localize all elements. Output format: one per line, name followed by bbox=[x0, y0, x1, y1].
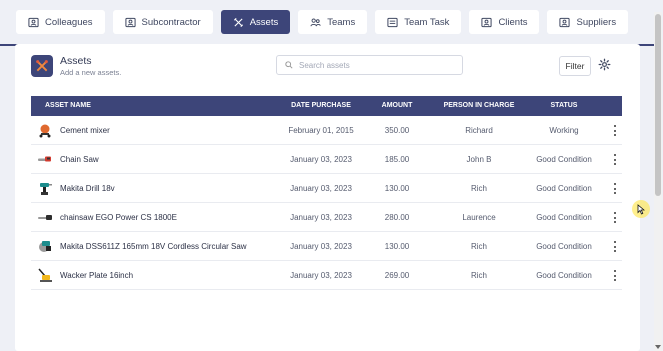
page-subtitle: Add a new assets. bbox=[60, 68, 122, 77]
tab-label: Colleagues bbox=[45, 16, 93, 28]
person-in-charge: Laurence bbox=[462, 213, 496, 222]
more-options-icon[interactable] bbox=[613, 125, 617, 136]
status: Working bbox=[549, 126, 579, 135]
more-options-icon[interactable] bbox=[613, 270, 617, 281]
table-row[interactable]: Makita DSS611Z 165mm 18V Cordless Circul… bbox=[31, 232, 622, 261]
asset-name: Cement mixer bbox=[60, 126, 110, 135]
table-header: ASSET NAME DATE PURCHASE AMOUNT PERSON I… bbox=[31, 96, 622, 116]
search-icon bbox=[285, 61, 293, 69]
more-options-icon[interactable] bbox=[613, 212, 617, 223]
scrollbar-thumb[interactable] bbox=[655, 14, 661, 196]
status: Good Condition bbox=[536, 155, 592, 164]
tools-icon bbox=[31, 55, 53, 77]
table-row[interactable]: Chain Saw January 03, 2023 185.00 John B… bbox=[31, 145, 622, 174]
date-purchase: January 03, 2023 bbox=[290, 184, 352, 193]
id-card-icon bbox=[559, 17, 571, 27]
tab-suppliers[interactable]: Suppliers bbox=[547, 10, 629, 34]
plate-compactor-thumbnail bbox=[38, 268, 52, 282]
more-options-icon[interactable] bbox=[613, 154, 617, 165]
status: Good Condition bbox=[536, 213, 592, 222]
column-date-purchase[interactable]: DATE PURCHASE bbox=[275, 96, 367, 116]
date-purchase: January 03, 2023 bbox=[290, 242, 352, 251]
tab-label: Assets bbox=[249, 16, 279, 28]
asset-name: chainsaw EGO Power CS 1800E bbox=[60, 213, 177, 222]
search-box[interactable] bbox=[276, 55, 463, 75]
assets-card: Assets Add a new assets. Filter ASSET NA… bbox=[15, 44, 640, 351]
circular-saw-thumbnail bbox=[39, 241, 51, 252]
more-options-icon[interactable] bbox=[613, 241, 617, 252]
person-in-charge: Rich bbox=[470, 242, 487, 251]
vertical-scrollbar[interactable] bbox=[654, 12, 662, 351]
date-purchase: January 03, 2023 bbox=[290, 213, 352, 222]
amount: 130.00 bbox=[384, 242, 410, 251]
scroll-down-arrow-icon[interactable] bbox=[655, 345, 661, 349]
cement-mixer-thumbnail bbox=[39, 124, 51, 138]
status: Good Condition bbox=[536, 271, 592, 280]
asset-name: Makita DSS611Z 165mm 18V Cordless Circul… bbox=[60, 242, 247, 251]
tab-teams[interactable]: Teams bbox=[298, 10, 368, 34]
drill-thumbnail bbox=[40, 183, 52, 195]
id-card-icon bbox=[124, 17, 136, 27]
search-input[interactable] bbox=[299, 60, 449, 70]
tab-label: Suppliers bbox=[576, 16, 617, 28]
tab-subcontractor[interactable]: Subcontractor bbox=[112, 10, 213, 34]
tab-label: Subcontractor bbox=[141, 16, 201, 28]
table-row[interactable]: Makita Drill 18v January 03, 2023 130.00… bbox=[31, 174, 622, 203]
filter-button[interactable]: Filter bbox=[559, 56, 591, 76]
asset-name: Wacker Plate 16inch bbox=[60, 271, 134, 280]
chainsaw-thumbnail bbox=[38, 156, 51, 162]
column-amount[interactable]: AMOUNT bbox=[367, 96, 427, 116]
column-status[interactable]: STATUS bbox=[531, 96, 597, 116]
amount: 185.00 bbox=[384, 155, 410, 164]
task-board-icon bbox=[387, 17, 398, 27]
column-asset-name[interactable]: ASSET NAME bbox=[45, 96, 91, 116]
status: Good Condition bbox=[536, 242, 592, 251]
amount: 350.00 bbox=[384, 126, 410, 135]
person-in-charge: Rich bbox=[470, 184, 487, 193]
status: Good Condition bbox=[536, 184, 592, 193]
tab-label: Team Task bbox=[404, 16, 450, 28]
amount: 269.00 bbox=[384, 271, 410, 280]
table-row[interactable]: chainsaw EGO Power CS 1800E January 03, … bbox=[31, 203, 622, 232]
mouse-cursor-icon bbox=[632, 200, 650, 218]
tab-label: Teams bbox=[327, 16, 356, 28]
date-purchase: January 03, 2023 bbox=[290, 271, 352, 280]
date-purchase: January 03, 2023 bbox=[290, 155, 352, 164]
asset-name: Makita Drill 18v bbox=[60, 184, 115, 193]
table-row[interactable]: Cement mixer February 01, 2015 350.00 Ri… bbox=[31, 116, 622, 145]
column-person-in-charge[interactable]: PERSON IN CHARGE bbox=[427, 96, 531, 116]
tab-bar: Colleagues Subcontractor Assets Teams Te… bbox=[16, 10, 629, 34]
table-row[interactable]: Wacker Plate 16inch January 03, 2023 269… bbox=[31, 261, 622, 290]
person-in-charge: Richard bbox=[465, 126, 493, 135]
date-purchase: February 01, 2015 bbox=[288, 126, 354, 135]
amount: 130.00 bbox=[384, 184, 410, 193]
person-in-charge: John B bbox=[466, 155, 492, 164]
chainsaw-thumbnail bbox=[38, 215, 52, 220]
tab-team-task[interactable]: Team Task bbox=[375, 10, 462, 34]
tab-clients[interactable]: Clients bbox=[469, 10, 540, 34]
tab-assets[interactable]: Assets bbox=[220, 10, 291, 34]
tab-label: Clients bbox=[498, 16, 528, 28]
tools-icon bbox=[233, 17, 243, 27]
tab-colleagues[interactable]: Colleagues bbox=[16, 10, 105, 34]
person-in-charge: Rich bbox=[470, 271, 487, 280]
amount: 280.00 bbox=[384, 213, 410, 222]
id-card-icon bbox=[28, 17, 39, 27]
id-card-icon bbox=[481, 17, 493, 27]
asset-name: Chain Saw bbox=[60, 155, 99, 164]
more-options-icon[interactable] bbox=[613, 183, 617, 194]
gear-icon[interactable] bbox=[598, 58, 611, 71]
page-title: Assets bbox=[60, 55, 92, 67]
people-icon bbox=[310, 18, 321, 26]
